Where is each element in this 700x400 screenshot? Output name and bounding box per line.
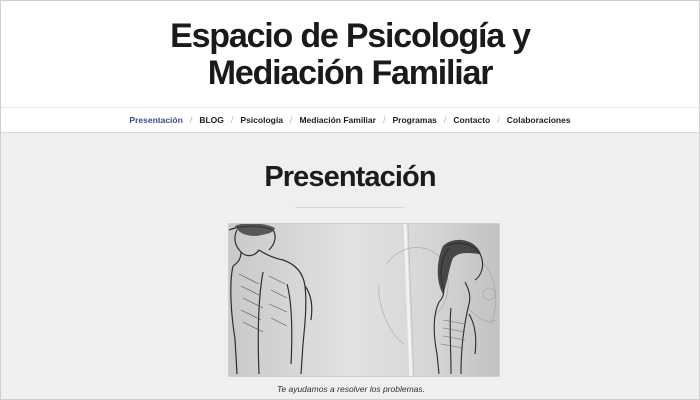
- nav-item-colaboraciones[interactable]: Colaboraciones: [507, 115, 571, 125]
- site-header: Espacio de Psicología y Mediación Famili…: [1, 1, 699, 107]
- page-frame: Espacio de Psicología y Mediación Famili…: [0, 0, 700, 400]
- nav-item-contacto[interactable]: Contacto: [453, 115, 490, 125]
- image-caption: Te ayudamos a resolver los problemas.: [276, 384, 426, 394]
- nav-separator: /: [289, 115, 293, 125]
- nav-item-presentacion[interactable]: Presentación: [129, 115, 182, 125]
- title-divider: [295, 207, 405, 208]
- main-nav: Presentación / BLOG / Psicología / Media…: [1, 107, 699, 133]
- nav-separator: /: [189, 115, 193, 125]
- nav-item-blog[interactable]: BLOG: [199, 115, 224, 125]
- site-title[interactable]: Espacio de Psicología y Mediación Famili…: [90, 18, 610, 92]
- nav-item-mediacion-familiar[interactable]: Mediación Familiar: [299, 115, 376, 125]
- page-title: Presentación: [264, 161, 436, 193]
- nav-separator: /: [497, 115, 500, 125]
- nav-separator: /: [382, 115, 386, 125]
- nav-separator: /: [230, 115, 234, 125]
- sketch-man-woman-image: [228, 223, 500, 377]
- main-content: Presentación: [1, 133, 699, 208]
- nav-item-programas[interactable]: Programas: [392, 115, 436, 125]
- nav-separator: /: [443, 115, 447, 125]
- nav-item-psicologia[interactable]: Psicología: [240, 115, 283, 125]
- sketch-illustration: [229, 224, 499, 376]
